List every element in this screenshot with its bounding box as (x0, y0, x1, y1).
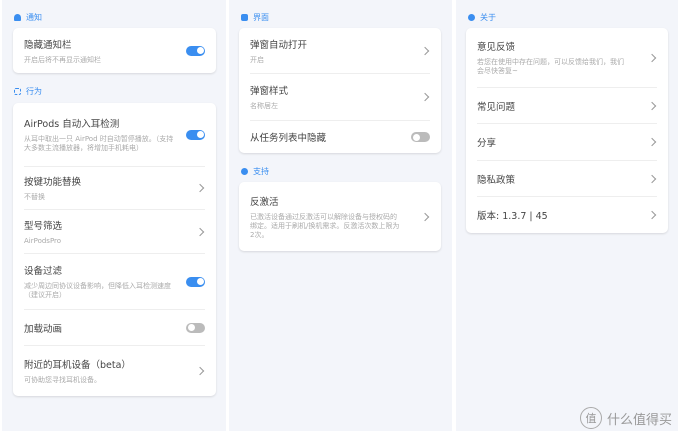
section-title: 通知 (26, 13, 42, 22)
settings-panel-left: 通知 隐藏通知栏开启后将不再显示通知栏 行为 AirPods 自动入耳检测从耳中… (2, 0, 226, 431)
row-sub: AirPodsPro (24, 236, 62, 245)
row-sub: 已激活设备通过反激活可以解除设备与授权码的绑定。适用于刷机/换机需求。反激活次数… (250, 212, 400, 239)
section-title: 关于 (480, 13, 496, 22)
row-sub: 从耳中取出一只 AirPod 时自动暂停播放。（支持大多数主流播放器，将增加手机… (24, 135, 174, 152)
section-notify: 通知 (14, 12, 42, 23)
row-sub: 开启后将不再显示通知栏 (24, 55, 101, 64)
chevron-right-icon (647, 137, 657, 147)
hide-notification-row[interactable]: 隐藏通知栏开启后将不再显示通知栏 (24, 28, 205, 73)
settings-panel-right: 关于 意见反馈 若您在使用中存在问题，可以反馈给我们，我们会尽快答复~ 常见问题 … (456, 0, 678, 431)
popup-style-row[interactable]: 弹窗样式 名称居左 (250, 74, 430, 121)
droplet-icon (241, 168, 248, 175)
info-icon (468, 14, 475, 21)
chevron-right-icon (195, 366, 205, 376)
in-ear-detection-toggle[interactable] (186, 129, 205, 140)
row-title: 附近的耳机设备（beta） (24, 360, 131, 371)
row-sub: 可协助您寻找耳机设备。 (24, 376, 101, 384)
section-ui: 界面 (241, 12, 269, 23)
row-sub: 减少周边同协议设备影响，但降低入耳检测速度（建议开启） (24, 282, 171, 299)
row-title: 反激活 (250, 196, 279, 208)
row-title: 隐私政策 (477, 174, 516, 186)
watermark-text: 什么值得买 (606, 412, 672, 428)
device-filter-toggle[interactable] (186, 276, 205, 287)
section-title: 界面 (253, 13, 269, 22)
nearby-devices-row[interactable]: 附近的耳机设备（beta） 可协助您寻找耳机设备。 (24, 346, 205, 396)
section-support: 支持 (241, 166, 269, 177)
notify-card: 隐藏通知栏开启后将不再显示通知栏 (13, 28, 216, 73)
section-about: 关于 (468, 12, 496, 23)
behavior-card: AirPods 自动入耳检测从耳中取出一只 AirPod 时自动暂停播放。（支持… (13, 103, 216, 396)
row-title: 型号筛选 (24, 220, 63, 232)
row-sub: 若您在使用中存在问题，可以反馈给我们，我们会尽快答复~ (477, 58, 624, 75)
row-title: 设备过滤 (24, 266, 63, 277)
chevron-right-icon (420, 212, 430, 221)
row-title: 常见问题 (477, 101, 516, 113)
watermark-logo: 值 (579, 407, 602, 429)
key-function-row[interactable]: 按键功能替换 不替换 (24, 167, 205, 210)
ui-card: 弹窗自动打开 开启 弹窗样式名称居左 从任务列表中隐藏 (239, 28, 441, 153)
row-sub: 开启 (250, 55, 264, 64)
settings-panel-middle: 界面 弹窗自动打开 开启 弹窗样式名称居左 从任务列表中隐藏 支持 反激活已激活设… (229, 0, 452, 431)
share-row[interactable]: 分享 (477, 124, 657, 161)
popup-auto-open-row[interactable]: 弹窗自动打开 开启 (250, 28, 430, 74)
row-sub: 不替换 (24, 193, 45, 201)
hide-from-tasks-toggle[interactable] (411, 132, 430, 142)
version-row[interactable]: 版本: 1.3.7 | 45 (477, 197, 657, 233)
section-behavior: 行为 (14, 86, 42, 97)
in-ear-detection-row[interactable]: AirPods 自动入耳检测从耳中取出一只 AirPod 时自动暂停播放。（支持… (24, 103, 205, 167)
section-title: 支持 (253, 167, 269, 176)
faq-row[interactable]: 常见问题 (477, 88, 657, 124)
row-title: 弹窗样式 (250, 86, 289, 97)
hide-notification-toggle[interactable] (186, 45, 205, 56)
load-animation-row[interactable]: 加载动画 (24, 310, 205, 346)
row-title: 弹窗自动打开 (250, 39, 308, 51)
row-title: 从任务列表中隐藏 (250, 133, 327, 144)
scan-icon (14, 88, 21, 95)
section-title: 行为 (26, 87, 42, 96)
chevron-right-icon (647, 210, 657, 220)
chevron-right-icon (195, 183, 205, 193)
device-filter-row[interactable]: 设备过滤减少周边同协议设备影响，但降低入耳检测速度（建议开启） (24, 254, 205, 310)
row-title: 意见反馈 (477, 42, 516, 53)
row-title: AirPods 自动入耳检测 (24, 119, 120, 130)
chevron-right-icon (420, 92, 430, 102)
chevron-right-icon (647, 174, 657, 183)
row-title: 加载动画 (24, 323, 63, 335)
hide-from-tasks-row[interactable]: 从任务列表中隐藏 (250, 121, 430, 153)
model-filter-row[interactable]: 型号筛选 AirPodsPro (24, 210, 205, 254)
support-card: 反激活已激活设备通过反激活可以解除设备与授权码的绑定。适用于刷机/换机需求。反激… (239, 182, 441, 251)
deactivate-row[interactable]: 反激活已激活设备通过反激活可以解除设备与授权码的绑定。适用于刷机/换机需求。反激… (250, 182, 430, 251)
row-title: 版本: 1.3.7 | 45 (477, 211, 548, 222)
chevron-right-icon (420, 46, 430, 55)
about-card: 意见反馈 若您在使用中存在问题，可以反馈给我们，我们会尽快答复~ 常见问题 分享 … (466, 28, 668, 233)
window-icon (241, 14, 248, 21)
row-title: 按键功能替换 (24, 177, 82, 188)
chevron-right-icon (195, 227, 205, 236)
row-title: 分享 (477, 138, 497, 149)
row-sub: 名称居左 (250, 102, 278, 110)
load-animation-toggle[interactable] (186, 322, 205, 333)
feedback-row[interactable]: 意见反馈若您在使用中存在问题，可以反馈给我们，我们会尽快答复~ (477, 28, 657, 88)
bell-icon (14, 14, 21, 21)
chevron-right-icon (647, 53, 657, 62)
chevron-right-icon (647, 101, 657, 110)
privacy-row[interactable]: 隐私政策 (477, 161, 657, 197)
watermark: 值什么值得买 (579, 407, 672, 429)
row-title: 隐藏通知栏 (24, 39, 72, 51)
